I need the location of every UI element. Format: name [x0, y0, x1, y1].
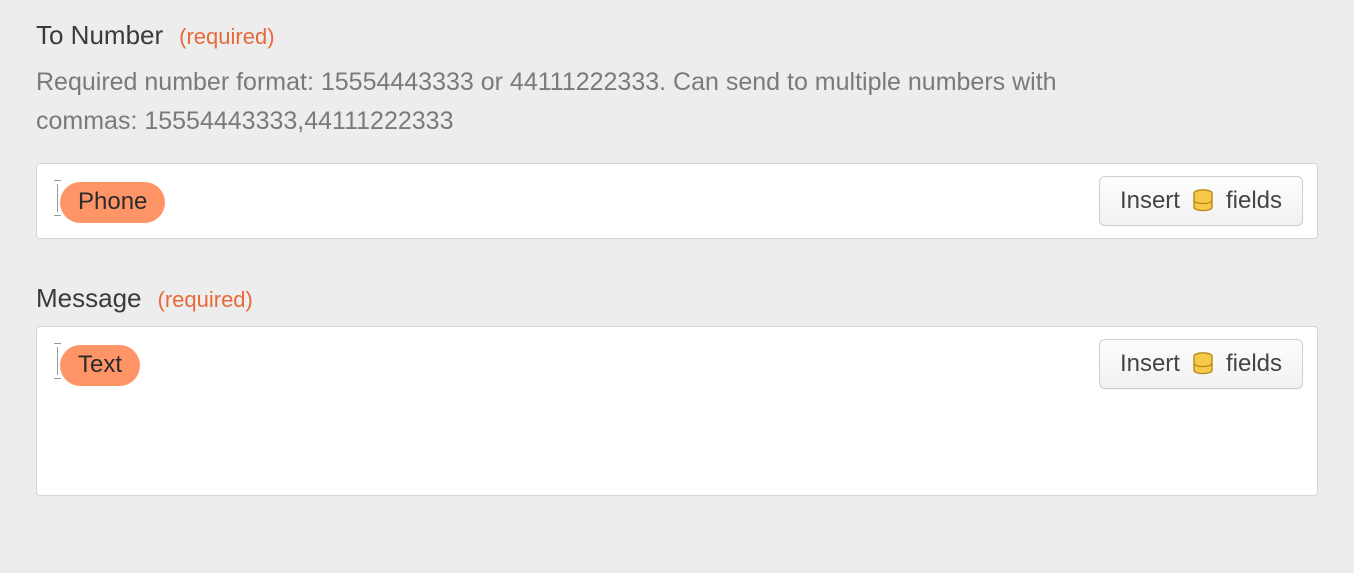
required-tag: (required)	[179, 24, 274, 50]
mapped-field-pill-text[interactable]: Text	[60, 345, 140, 386]
insert-label-suffix: fields	[1226, 350, 1282, 378]
insert-fields-button[interactable]: Insert fields	[1099, 176, 1303, 226]
required-tag: (required)	[158, 287, 253, 313]
field-to-number: To Number (required) Required number for…	[36, 20, 1318, 239]
database-icon	[1192, 352, 1214, 376]
field-message: Message (required) Text Insert fields	[36, 283, 1318, 496]
insert-label-suffix: fields	[1226, 187, 1282, 215]
insert-label-prefix: Insert	[1120, 187, 1180, 215]
insert-fields-button[interactable]: Insert fields	[1099, 339, 1303, 389]
pill-area[interactable]: Text	[51, 339, 1089, 386]
text-cursor	[57, 184, 58, 212]
field-label-row: To Number (required)	[36, 20, 1318, 51]
field-label-message: Message	[36, 283, 142, 314]
database-icon	[1192, 189, 1214, 213]
pill-area[interactable]: Phone	[51, 176, 1089, 223]
insert-label-prefix: Insert	[1120, 350, 1180, 378]
mapped-field-pill-phone[interactable]: Phone	[60, 182, 165, 223]
help-text-to-number: Required number format: 15554443333 or 4…	[36, 63, 1096, 141]
field-label-to-number: To Number	[36, 20, 163, 51]
message-input[interactable]: Text Insert fields	[36, 326, 1318, 496]
field-label-row: Message (required)	[36, 283, 1318, 314]
to-number-input[interactable]: Phone Insert fields	[36, 163, 1318, 239]
text-cursor	[57, 347, 58, 375]
